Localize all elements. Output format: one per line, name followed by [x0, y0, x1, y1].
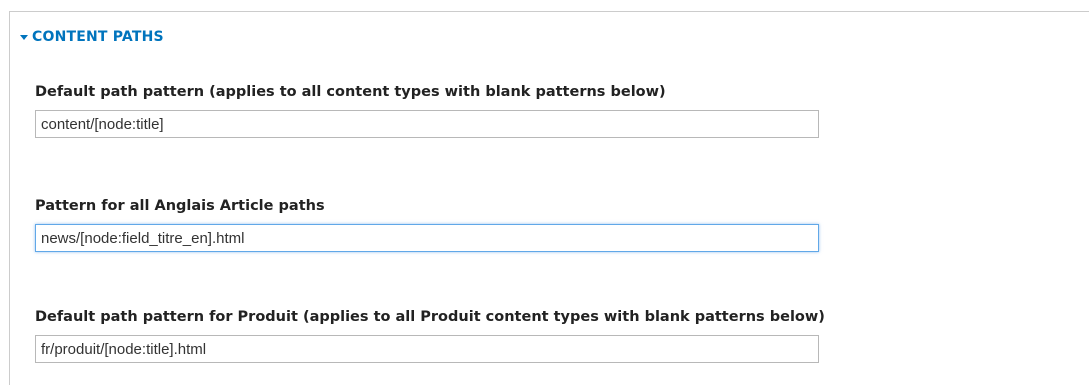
article-pattern-input[interactable] — [35, 224, 819, 252]
content-paths-toggle[interactable]: CONTENT PATHS — [20, 29, 164, 45]
default-path-pattern-label: Default path pattern (applies to all con… — [35, 84, 666, 100]
article-pattern-label: Pattern for all Anglais Article paths — [35, 198, 325, 214]
section-title: CONTENT PATHS — [32, 29, 164, 45]
collapse-triangle-icon — [20, 35, 28, 40]
produit-pattern-input[interactable] — [35, 335, 819, 363]
default-path-pattern-input[interactable] — [35, 110, 819, 138]
produit-pattern-label: Default path pattern for Produit (applie… — [35, 309, 825, 325]
